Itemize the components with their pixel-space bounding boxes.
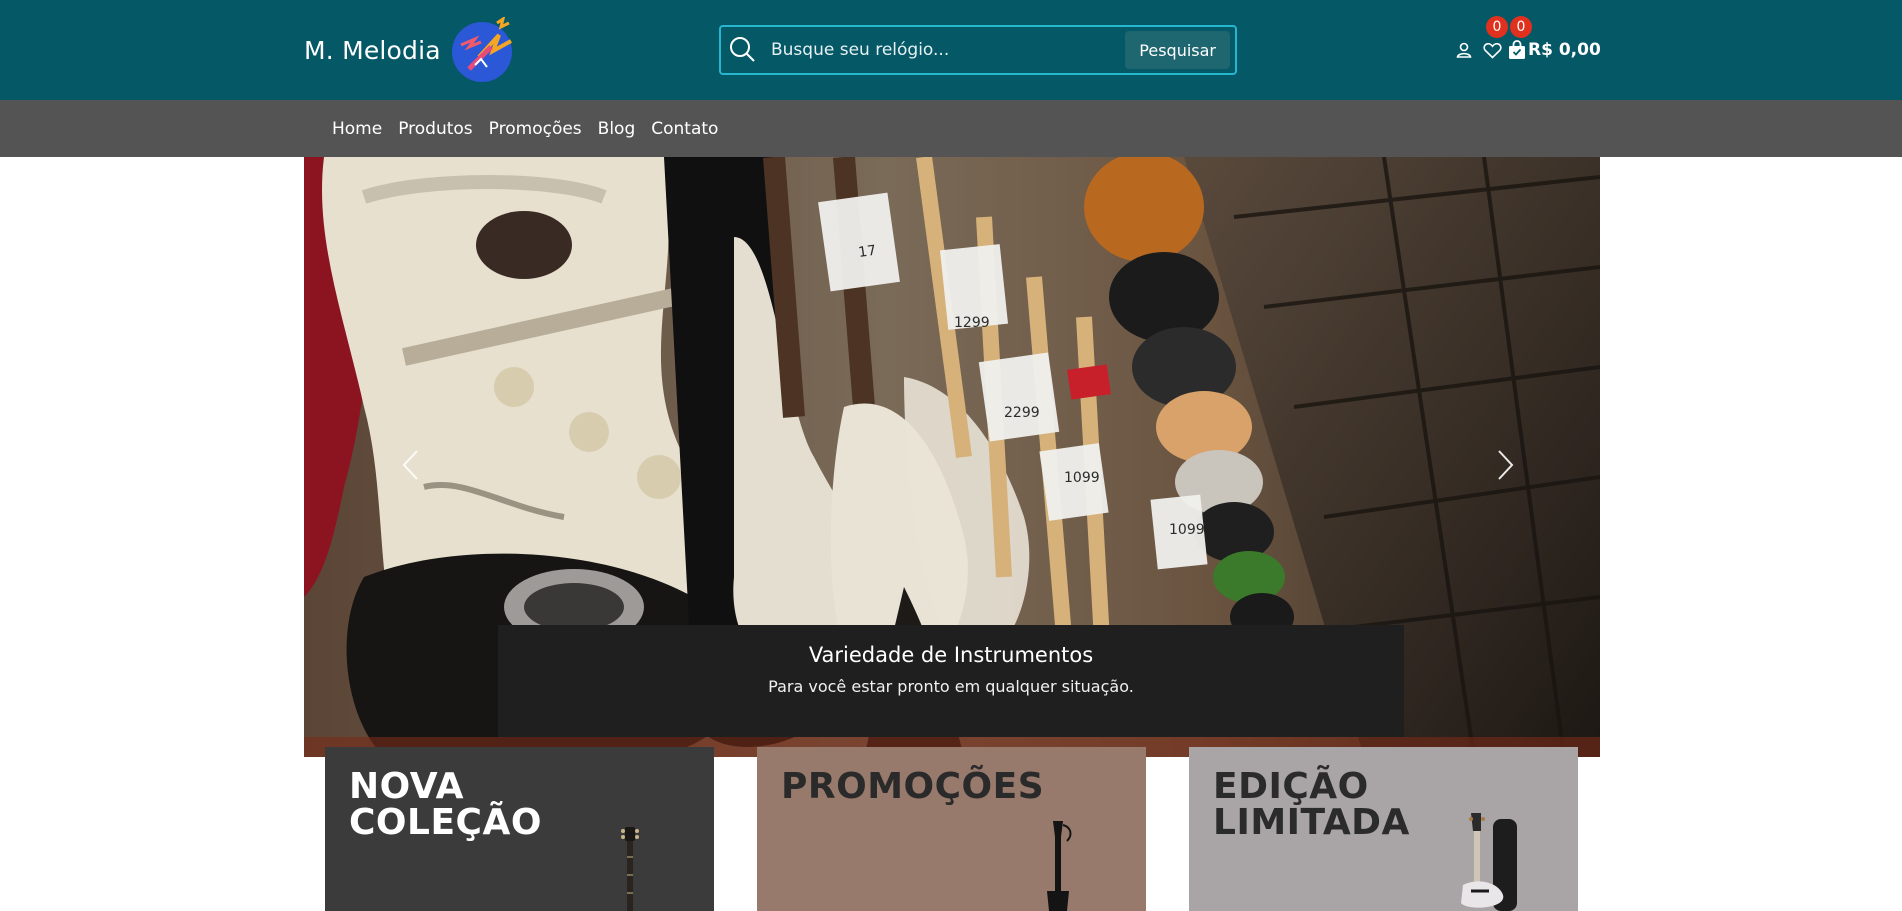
card-title: NOVA COLEÇÃO — [349, 766, 542, 843]
nav-contato[interactable]: Contato — [651, 119, 718, 139]
wishlist-count-badge: 0 — [1486, 16, 1508, 38]
wishlist-link[interactable]: 0 — [1478, 16, 1508, 64]
cart-link[interactable]: 0 — [1506, 16, 1532, 64]
hero-caption: Variedade de Instrumentos Para você esta… — [498, 625, 1404, 737]
search-button[interactable]: Pesquisar — [1125, 31, 1230, 69]
svg-text:1099: 1099 — [1064, 470, 1100, 486]
site-header: M. Melodia Pesquisar 0 — [0, 0, 1902, 100]
guitar-image — [1461, 813, 1517, 911]
nav-blog[interactable]: Blog — [598, 119, 636, 139]
card-edicao-limitada[interactable]: EDIÇÃO LIMITADA — [1189, 747, 1578, 911]
cart-count-badge: 0 — [1510, 16, 1532, 38]
svg-text:1099: 1099 — [1169, 522, 1205, 538]
guitar-image — [1047, 821, 1072, 911]
user-icon — [1456, 42, 1472, 58]
svg-text:1299: 1299 — [954, 315, 990, 331]
chevron-right-icon — [1498, 450, 1514, 480]
brand-logo-icon — [451, 17, 512, 82]
hero-caption-title: Variedade de Instrumentos — [808, 643, 1094, 667]
search-input[interactable] — [759, 27, 1126, 73]
chevron-left-icon — [402, 450, 418, 480]
header-actions: 0 0 R$ 0,00 — [1450, 16, 1601, 70]
main-nav: Home Produtos Promoções Blog Contato — [332, 100, 718, 157]
main-navbar: Home Produtos Promoções Blog Contato — [0, 100, 1902, 157]
hero-caption-subtitle: Para você estar pronto em qualquer situa… — [768, 677, 1134, 696]
card-promocoes[interactable]: PROMOÇÕES — [757, 747, 1146, 911]
brand-link[interactable]: M. Melodia — [304, 17, 517, 82]
card-title: PROMOÇÕES — [781, 766, 1045, 807]
nav-promocoes[interactable]: Promoções — [489, 119, 582, 139]
heart-icon — [1482, 42, 1502, 59]
brand-name: M. Melodia — [304, 35, 441, 65]
svg-text:17: 17 — [857, 243, 877, 261]
card-nova-colecao[interactable]: NOVA COLEÇÃO — [325, 747, 714, 911]
search-bar: Pesquisar — [719, 25, 1237, 75]
hero-carousel: 17 1299 2299 1099 1099 Variedade de Inst… — [304, 157, 1600, 757]
cart-total[interactable]: R$ 0,00 — [1528, 40, 1601, 60]
shopping-bag-icon — [1509, 40, 1525, 59]
card-title: EDIÇÃO LIMITADA — [1213, 766, 1410, 843]
nav-produtos[interactable]: Produtos — [398, 119, 472, 139]
search-icon — [730, 37, 755, 62]
carousel-prev-button[interactable] — [392, 437, 428, 493]
svg-text:2299: 2299 — [1004, 405, 1040, 421]
guitar-image — [621, 827, 639, 911]
account-link[interactable] — [1450, 36, 1478, 64]
nav-home[interactable]: Home — [332, 119, 382, 139]
carousel-next-button[interactable] — [1488, 437, 1524, 493]
